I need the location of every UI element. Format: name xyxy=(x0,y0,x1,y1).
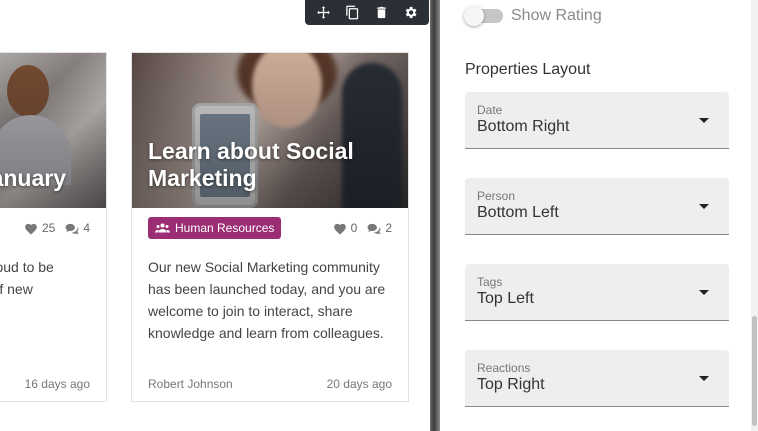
select-label: Reactions xyxy=(477,361,531,375)
dropdown-arrow-icon xyxy=(699,290,709,295)
card-stats: 25 4 xyxy=(24,221,90,235)
toggle-knob xyxy=(464,6,484,26)
scrollbar-thumb[interactable] xyxy=(752,316,757,426)
heart-icon xyxy=(333,223,346,235)
toggle-switch[interactable] xyxy=(464,6,503,26)
toggle-label: Show Rating xyxy=(511,7,602,24)
select-label: Tags xyxy=(477,275,503,289)
panel-splitter[interactable] xyxy=(430,0,440,431)
reactions-position-select[interactable]: Reactions Top Right xyxy=(465,350,729,407)
select-label: Person xyxy=(477,189,516,203)
card-excerpt: proud to be r of new xyxy=(0,259,54,297)
card-footer: Robert Johnson 20 days ago xyxy=(148,377,392,391)
card-title[interactable]: Learn about Social Marketing xyxy=(148,138,400,192)
delete-icon xyxy=(377,6,386,19)
select-value: Top Right xyxy=(477,376,545,393)
card-image: Learn about Social Marketing xyxy=(132,53,408,208)
date-position-select[interactable]: Date Bottom Right xyxy=(465,92,729,149)
dropdown-arrow-icon xyxy=(699,118,709,123)
select-label: Date xyxy=(477,103,503,117)
properties-panel: Show Rating Properties Layout Date Botto… xyxy=(440,0,758,431)
likes-stat[interactable]: 25 xyxy=(24,221,55,235)
comments-count: 4 xyxy=(83,221,90,235)
news-card-january[interactable]: January 25 4 proud to be r of new 16 day… xyxy=(0,52,107,402)
heart-icon xyxy=(25,223,37,235)
card-footer: 16 days ago xyxy=(7,377,90,391)
duplicate-icon xyxy=(346,5,359,20)
comments-stat[interactable]: 2 xyxy=(367,221,392,235)
group-icon xyxy=(155,223,170,233)
likes-count: 0 xyxy=(350,221,358,235)
comments-stat[interactable]: 4 xyxy=(65,221,90,235)
comments-icon xyxy=(367,223,381,234)
likes-stat[interactable]: 0 xyxy=(333,221,358,235)
card-date: 20 days ago xyxy=(326,377,392,391)
card-author[interactable]: Robert Johnson xyxy=(148,377,233,391)
move-icon xyxy=(317,6,330,19)
tags-position-select[interactable]: Tags Top Left xyxy=(465,264,729,321)
tag-badge[interactable]: Human Resources xyxy=(148,217,282,239)
select-value: Bottom Right xyxy=(477,118,570,135)
preview-canvas: January 25 4 proud to be r of new 16 day… xyxy=(0,0,430,431)
select-value: Bottom Left xyxy=(477,204,559,221)
card-excerpt: Our new Social Marketing community has b… xyxy=(148,259,386,341)
duplicate-button[interactable] xyxy=(342,2,364,24)
comments-count: 2 xyxy=(385,221,392,235)
dropdown-arrow-icon xyxy=(699,376,709,381)
delete-button[interactable] xyxy=(371,2,393,24)
card-stats: 0 2 xyxy=(333,221,392,235)
settings-icon xyxy=(405,6,417,19)
show-rating-toggle[interactable]: Show Rating xyxy=(464,6,602,26)
person-position-select[interactable]: Person Bottom Left xyxy=(465,178,729,235)
tag-label: Human Resources xyxy=(175,221,275,235)
comments-icon xyxy=(65,223,79,234)
card-title[interactable]: January xyxy=(0,165,66,192)
select-value: Top Left xyxy=(477,290,534,307)
move-button[interactable] xyxy=(313,2,335,24)
news-card-social-marketing[interactable]: Learn about Social Marketing Human Resou… xyxy=(131,52,409,402)
section-title: Properties Layout xyxy=(465,61,591,78)
card-date: 16 days ago xyxy=(24,377,90,391)
dropdown-arrow-icon xyxy=(699,204,709,209)
element-toolbar xyxy=(305,0,429,25)
likes-count: 25 xyxy=(41,221,56,235)
panel-scrollbar[interactable] xyxy=(751,0,758,431)
card-meta: 25 4 xyxy=(0,208,106,248)
settings-button[interactable] xyxy=(400,2,422,24)
card-meta: Human Resources 0 2 xyxy=(132,208,408,248)
card-image: January xyxy=(0,53,106,208)
